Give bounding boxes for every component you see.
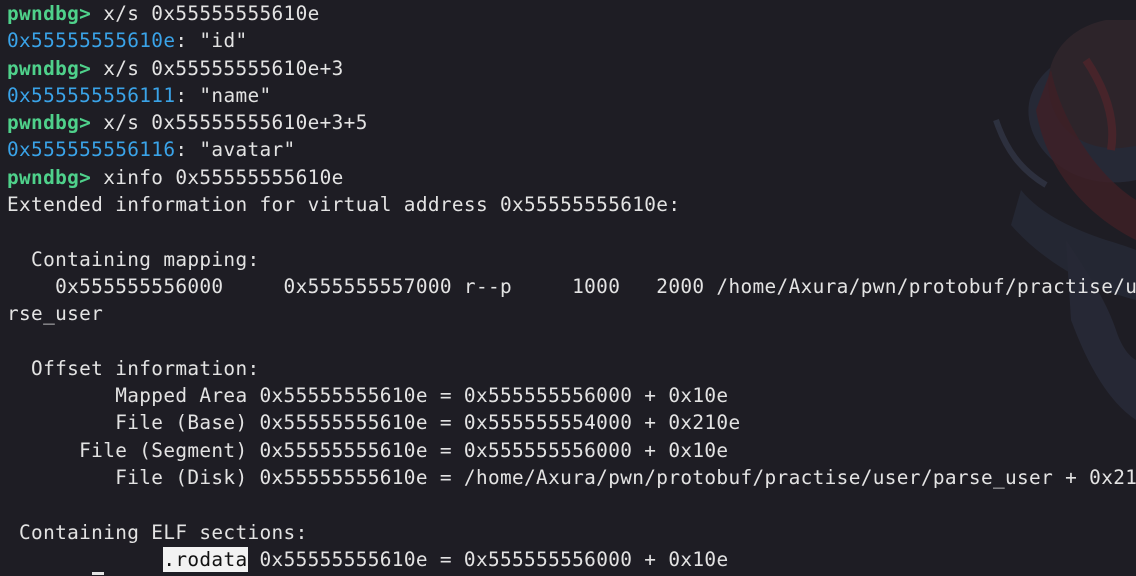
output-text: : "name": [175, 83, 272, 107]
output-text: : "avatar": [175, 138, 296, 162]
address: 0x55555555610e: [7, 29, 176, 53]
prompt: pwndbg>: [7, 165, 92, 189]
address: 0x555555556111: [7, 83, 176, 107]
command-line: pwndbg> x/s 0x55555555610e+3+5: [7, 109, 1136, 136]
command-line: pwndbg> x/s 0x55555555610e: [7, 0, 1136, 27]
command-text: xinfo 0x55555555610e: [91, 165, 344, 189]
prompt: pwndbg>: [7, 111, 92, 135]
output-line: Containing mapping:: [7, 247, 260, 271]
output-line: Containing ELF sections:: [7, 520, 308, 544]
output-line: File (Base) 0x55555555610e = 0x555555554…: [7, 411, 741, 435]
terminal-output: pwndbg> x/s 0x55555555610e 0x55555555610…: [7, 0, 1136, 573]
output-line: 0x55555555610e: "id": [7, 27, 1136, 54]
output-line: .rodata 0x55555555610e = 0x555555556000 …: [7, 546, 1136, 573]
selected-text[interactable]: .rodata: [163, 546, 248, 572]
terminal-window[interactable]: pwndbg> x/s 0x55555555610e 0x55555555610…: [0, 0, 1136, 576]
output-line: rse_user: [7, 302, 104, 326]
command-line: pwndbg> x/s 0x55555555610e+3: [7, 55, 1136, 82]
command-text: x/s 0x55555555610e+3: [91, 56, 344, 80]
output-line: 0x555555556116: "avatar": [7, 136, 1136, 163]
command-text: x/s 0x55555555610e+3+5: [91, 111, 368, 135]
text-cursor: [92, 572, 104, 575]
output-text: : "id": [175, 29, 248, 53]
output-line: 0x555555556000 0x555555557000 r--p 1000 …: [7, 274, 1136, 298]
output-line: File (Segment) 0x55555555610e = 0x555555…: [7, 438, 729, 462]
output-line: Offset information:: [7, 356, 260, 380]
prompt: pwndbg>: [7, 56, 92, 80]
output-line: 0x555555556111: "name": [7, 82, 1136, 109]
output-line: File (Disk) 0x55555555610e = /home/Axura…: [7, 466, 1136, 490]
output-line: Mapped Area 0x55555555610e = 0x555555556…: [7, 384, 729, 408]
prompt: pwndbg>: [7, 2, 92, 25]
output-line: Extended information for virtual address…: [7, 193, 681, 217]
output-text: 0x55555555610e = 0x555555556000 + 0x10e: [247, 547, 729, 571]
command-line: pwndbg> xinfo 0x55555555610e: [7, 164, 1136, 191]
command-text: x/s 0x55555555610e: [91, 2, 320, 25]
address: 0x555555556116: [7, 138, 176, 162]
